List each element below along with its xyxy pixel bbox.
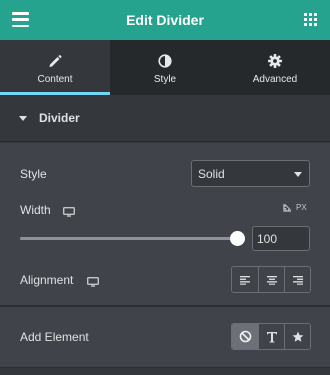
align-right-button[interactable] [284,267,310,292]
chevron-down-icon [294,172,302,177]
align-right-icon [292,275,303,285]
style-select-value: Solid [198,166,225,181]
desktop-icon[interactable] [62,204,76,222]
tab-content[interactable]: Content [0,40,110,95]
none-icon [239,330,251,343]
add-element-text-button[interactable] [258,324,284,349]
grid-icon[interactable] [304,13,317,26]
star-icon [292,331,303,342]
tab-label: Content [37,74,73,85]
width-label: Width [20,203,51,217]
section-title: Divider [39,111,80,125]
width-slider-fill [20,237,238,240]
tab-style[interactable]: Style [110,40,220,95]
panel-title: Edit Divider [126,12,204,28]
add-element-icon-button[interactable] [284,324,310,349]
style-label: Style [20,167,47,181]
desktop-icon[interactable] [86,274,100,292]
unit-selector[interactable]: PX [283,203,307,212]
panel-bottom-edge [0,367,330,375]
tab-advanced[interactable]: Advanced [220,40,330,95]
alignment-button-group [231,266,311,293]
align-left-button[interactable] [232,267,258,292]
style-select[interactable]: Solid [191,160,310,187]
add-element-none-button[interactable] [232,324,258,349]
editor-header: Edit Divider [0,0,330,40]
text-icon [266,331,277,342]
width-number-input[interactable] [252,226,310,251]
unit-label: PX [296,203,307,212]
panel-tabs: Content Style Advanced [0,40,330,95]
half-circle-icon [158,53,172,68]
tab-label: Style [153,74,177,85]
hamburger-menu-icon[interactable] [12,12,29,27]
caret-down-icon [19,115,27,121]
add-element-label: Add Element [20,330,89,344]
add-element-button-group [231,323,311,350]
section-divider-toggle[interactable]: Divider [0,95,330,142]
width-slider-handle[interactable] [230,231,245,246]
tab-label: Advanced [252,74,298,85]
gear-icon [268,53,282,68]
pencil-icon [48,53,62,68]
alignment-label: Alignment [20,273,74,287]
ruler-icon [283,204,291,212]
align-center-icon [266,275,277,285]
align-center-button[interactable] [258,267,284,292]
width-slider-track[interactable] [20,237,238,240]
align-left-icon [240,275,250,285]
